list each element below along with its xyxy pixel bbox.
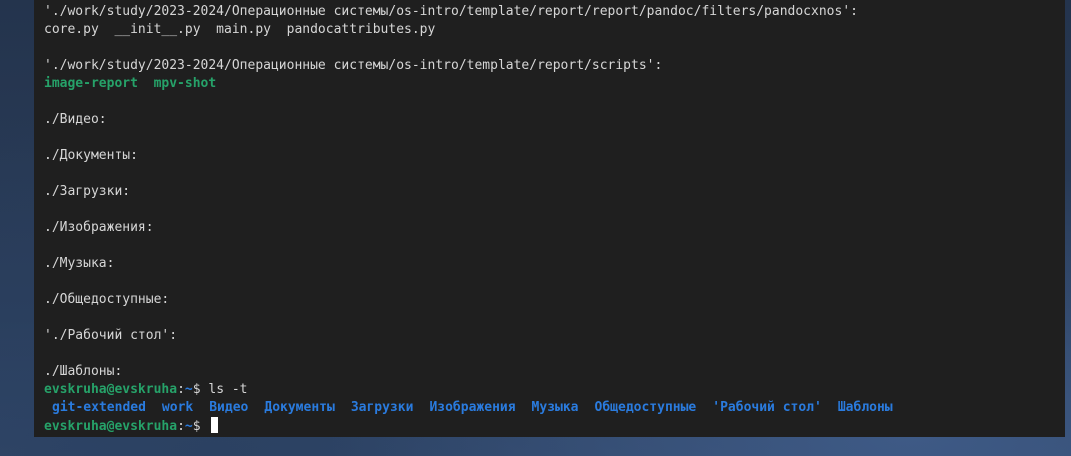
output-line: './work/study/2023-2024/Операционные сис… xyxy=(44,58,663,73)
prompt-path: ~ xyxy=(184,382,193,397)
prompt-separator: : xyxy=(177,419,185,434)
prompt-symbol: $ xyxy=(192,382,209,397)
prompt-separator: : xyxy=(177,382,185,397)
prompt-user-host: evskruha@evskruha xyxy=(44,382,178,397)
output-line: ./Изображения: xyxy=(44,220,154,235)
output-line: './work/study/2023-2024/Операционные сис… xyxy=(44,4,858,19)
output-line: ./Музыка: xyxy=(44,256,115,271)
executable-entry: image-report xyxy=(44,76,138,91)
prompt-symbol: $ xyxy=(192,419,209,434)
directory-entry: Изображения xyxy=(429,400,516,415)
output-line: image-report mpv-shot xyxy=(44,75,1061,93)
prompt-path: ~ xyxy=(184,419,193,434)
output-line: ./Загрузки: xyxy=(44,184,131,199)
executable-entry: mpv-shot xyxy=(153,76,217,91)
command-text: ls -t xyxy=(208,382,248,397)
terminal-window[interactable]: './work/study/2023-2024/Операционные сис… xyxy=(34,0,1065,437)
prompt-user-host: evskruha@evskruha xyxy=(44,419,178,434)
output-line: ./Общедоступные: xyxy=(44,292,170,307)
command-line: evskruha@evskruha:~$ ls -t xyxy=(44,381,1061,399)
output-line: ./Видео: xyxy=(44,112,107,127)
directory-entry: Общедоступные xyxy=(594,400,697,415)
directory-entry: 'Рабочий стол' xyxy=(712,400,822,415)
output-line: ./Документы: xyxy=(44,148,138,163)
directory-entry: Видео xyxy=(209,400,249,415)
output-line: ./Шаблоны: xyxy=(44,364,123,379)
ls-output-line: git-extended work Видео Документы Загрузки Из… xyxy=(44,399,1061,417)
directory-entry: Документы xyxy=(264,400,335,415)
terminal-output: './work/study/2023-2024/Операционные сис… xyxy=(44,3,1061,437)
directory-entry: Загрузки xyxy=(350,400,414,415)
output-line: './Рабочий стол': xyxy=(44,328,178,343)
directory-entry: git-extended xyxy=(52,400,146,415)
output-line: core.py __init__.py main.py pandocattrib… xyxy=(44,22,436,37)
directory-entry: Музыка xyxy=(531,400,579,415)
directory-entry: Шаблоны xyxy=(837,400,893,415)
text-cursor[interactable] xyxy=(211,417,219,433)
active-prompt-line[interactable]: evskruha@evskruha:~$ xyxy=(44,417,1061,435)
directory-entry: work xyxy=(161,400,194,415)
